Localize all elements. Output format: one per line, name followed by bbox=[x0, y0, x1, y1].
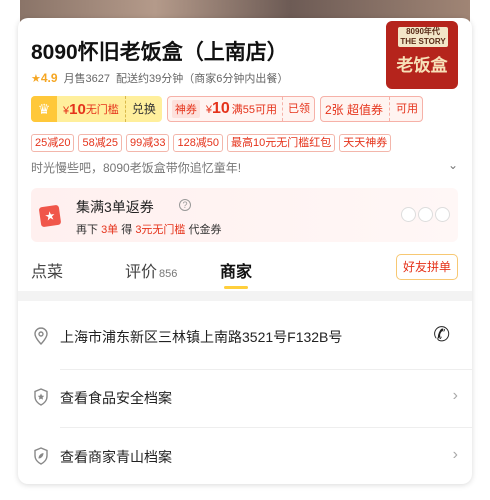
shen-coupon-condition: 满55可用 bbox=[231, 104, 277, 116]
row-divider bbox=[60, 427, 472, 428]
shen-coupon-amount: ¥10 bbox=[205, 100, 230, 117]
redeem-button[interactable]: 兑换 bbox=[124, 96, 156, 122]
value-voucher[interactable]: 2张 超值券 可用 bbox=[320, 96, 424, 122]
coupon-row: ♛ ¥10 无门槛 兑换 神券 ¥10 满55可用 已领 2张 超值券 可用 bbox=[31, 96, 424, 122]
group-order-button[interactable]: 好友拼单 bbox=[396, 254, 458, 280]
store-tabs: 点菜 评价 856 商家 好友拼单 bbox=[31, 254, 458, 292]
store-address: 上海市浦东新区三林镇上南路3521号F132B号 bbox=[60, 329, 343, 345]
discount-tag[interactable]: 128减50 bbox=[173, 134, 224, 152]
help-icon[interactable]: ? bbox=[179, 199, 191, 211]
store-logo[interactable]: 8090年代 THE STORY 老饭盒 bbox=[386, 21, 458, 89]
chevron-right-icon: › bbox=[452, 387, 458, 404]
discount-tag[interactable]: 99减33 bbox=[125, 134, 170, 152]
tab-merchant[interactable]: 商家 bbox=[220, 258, 252, 282]
leaf-shield-icon bbox=[34, 447, 48, 465]
active-tab-indicator bbox=[224, 286, 248, 289]
rating-value: 4.9 bbox=[40, 71, 58, 85]
shen-coupon[interactable]: 神券 ¥10 满55可用 已领 bbox=[166, 96, 315, 122]
address-row[interactable]: 上海市浦东新区三林镇上南路3521号F132B号 ✆ bbox=[18, 310, 472, 364]
progress-circle bbox=[401, 207, 416, 222]
monthly-sales: 月售3627 bbox=[63, 73, 111, 85]
vip-coupon[interactable]: ♛ ¥10 无门槛 兑换 bbox=[31, 96, 162, 122]
reward-progress bbox=[401, 207, 450, 222]
discount-tag[interactable]: 最高10元无门槛红包 bbox=[227, 134, 336, 152]
discount-tag[interactable]: 天天神券 bbox=[339, 134, 392, 152]
delivery-time: 配送约39分钟（商家6分钟内出餐） bbox=[116, 73, 289, 85]
food-safety-label: 查看食品安全档案 bbox=[60, 390, 172, 406]
claimed-status: 已领 bbox=[282, 97, 310, 121]
progress-circle bbox=[418, 207, 433, 222]
store-info-card: 8090怀旧老饭盒（上南店） 8090年代 THE STORY 老饭盒 ★4.9… bbox=[18, 18, 472, 484]
logo-tagline: 8090年代 THE STORY bbox=[398, 27, 448, 47]
row-divider bbox=[60, 369, 472, 370]
reward-title: 集满3单返券 bbox=[76, 199, 154, 215]
store-name: 8090怀旧老饭盒（上南店） bbox=[31, 41, 288, 64]
phone-icon[interactable]: ✆ bbox=[433, 322, 450, 347]
discount-tag[interactable]: 25减20 bbox=[31, 134, 75, 152]
chevron-down-icon[interactable]: ⌄ bbox=[448, 158, 458, 172]
vip-coupon-text: 无门槛 bbox=[85, 104, 119, 116]
voucher-label: 2张 超值券 bbox=[325, 102, 384, 117]
store-stats: ★4.9 月售3627 配送约39分钟（商家6分钟内出餐） bbox=[31, 70, 288, 86]
shen-coupon-tag: 神券 bbox=[171, 100, 200, 118]
location-pin-icon bbox=[34, 327, 48, 345]
tab-order[interactable]: 点菜 bbox=[31, 258, 63, 282]
green-file-row[interactable]: 查看商家青山档案 › bbox=[18, 430, 472, 484]
logo-title: 老饭盒 bbox=[396, 56, 448, 76]
chevron-right-icon: › bbox=[452, 446, 458, 463]
star-icon: ★ bbox=[31, 73, 41, 85]
vip-coupon-amount: ¥10 bbox=[63, 100, 86, 118]
review-count: 856 bbox=[159, 268, 178, 280]
progress-circle bbox=[435, 207, 450, 222]
discount-tags: 25减20 58减25 99减33 128减50 最高10元无门槛红包 天天神券 bbox=[31, 134, 392, 152]
store-slogan: 时光慢些吧，8090老饭盒带你追忆童年! bbox=[31, 161, 242, 175]
tab-reviews[interactable]: 评价 856 bbox=[125, 258, 177, 282]
voucher-use-button[interactable]: 可用 bbox=[389, 97, 418, 121]
reward-subtitle: 再下 3单 得 3元无门槛 代金券 bbox=[76, 224, 222, 236]
discount-tag[interactable]: 58减25 bbox=[78, 134, 122, 152]
rating-group: ★4.9 bbox=[31, 71, 58, 85]
order-reward-banner[interactable]: ★ 集满3单返券 ? 再下 3单 得 3元无门槛 代金券 bbox=[31, 188, 458, 242]
ticket-icon: ★ bbox=[38, 204, 62, 228]
food-safety-row[interactable]: 查看食品安全档案 › bbox=[18, 371, 472, 425]
section-divider bbox=[18, 291, 472, 301]
crown-icon: ♛ bbox=[31, 96, 57, 122]
shield-star-icon bbox=[34, 388, 48, 406]
green-file-label: 查看商家青山档案 bbox=[60, 449, 172, 465]
